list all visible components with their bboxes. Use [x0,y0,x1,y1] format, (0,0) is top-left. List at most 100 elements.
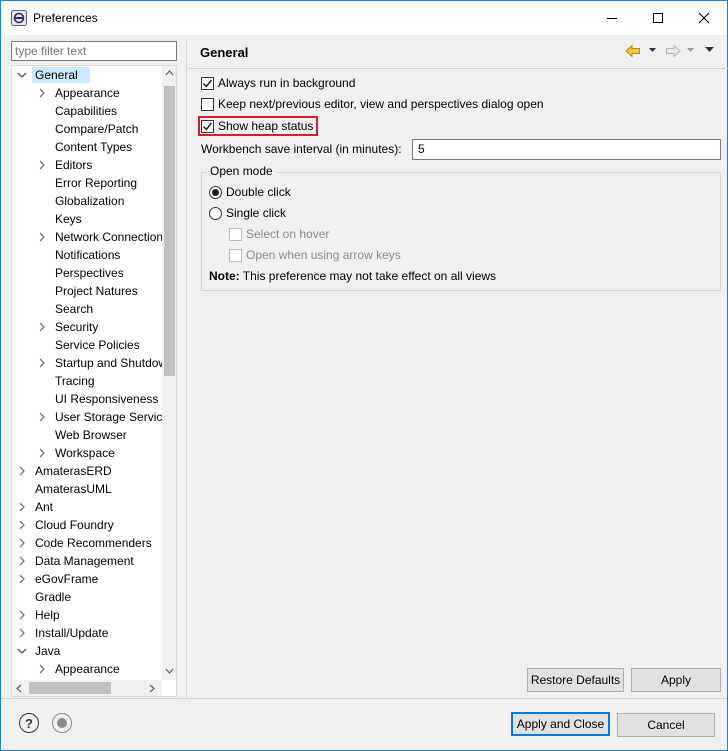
tree-item-label: Web Browser [55,428,127,442]
apply-and-close-button[interactable]: Apply and Close [511,712,610,736]
tree-item-label: Ant [35,500,54,514]
expand-arrow-icon[interactable] [37,318,47,336]
double-click-radio[interactable]: Double click [209,183,291,201]
tree-item[interactable]: Code Recommenders [12,534,162,552]
tree-item[interactable]: Error Reporting [12,174,162,192]
tree-item[interactable]: Compare/Patch [12,120,162,138]
pane-divider[interactable] [186,39,187,699]
tree-item-label: Globalization [55,194,125,208]
tree-item-label: Appearance [55,662,120,676]
tree-item[interactable]: Network Connection [12,228,163,246]
minimize-button[interactable] [589,1,635,34]
tree-item[interactable]: Startup and Shutdown [12,354,174,372]
help-icon[interactable]: ? [19,713,39,733]
expand-arrow-icon[interactable] [17,516,27,534]
tree-item-label: eGovFrame [35,572,99,586]
tree-item[interactable]: Gradle [12,588,162,606]
always-run-background-option[interactable]: Always run in background [201,74,355,92]
close-button[interactable] [681,1,727,34]
expand-arrow-icon[interactable] [37,156,47,174]
tree-item-label: Startup and Shutdown [55,356,174,370]
tree-item[interactable]: Appearance [12,84,162,102]
tree-item-label: Content Types [55,140,133,154]
expand-arrow-icon[interactable] [17,462,27,480]
forward-menu-icon[interactable] [687,48,695,53]
tree-item[interactable]: Perspectives [12,264,162,282]
tree-item[interactable]: User Storage Service [12,408,169,426]
tree-vertical-scroll-thumb[interactable] [164,86,175,376]
view-menu-icon[interactable] [705,47,715,53]
tree-item[interactable]: Editors [12,156,162,174]
scroll-right-icon[interactable] [149,684,155,693]
save-interval-input[interactable]: 5 [412,139,721,160]
radio-selected-dot [212,188,219,196]
tree-horizontal-scrollbar[interactable] [12,680,162,696]
tree-item[interactable]: Capabilities [12,102,162,120]
tree-item[interactable]: Service Policies [12,336,162,354]
expand-arrow-icon[interactable] [37,660,47,678]
expand-arrow-icon[interactable] [37,408,47,426]
checkbox[interactable] [201,97,214,111]
open-arrow-keys-option[interactable]: Open when using arrow keys [229,246,401,264]
tree-item[interactable]: UI Responsiveness M [12,390,172,408]
tree-item[interactable]: Install/Update [12,624,162,642]
tree-item[interactable]: eGovFrame [12,570,162,588]
tree-item[interactable]: Project Natures [12,282,162,300]
expand-arrow-icon[interactable] [37,354,47,372]
tree-item[interactable]: Workspace [12,444,162,462]
keep-next-previous-option[interactable]: Keep next/previous editor, view and pers… [201,95,544,113]
apply-button[interactable]: Apply [631,668,721,692]
tree-item-label: Compare/Patch [55,122,139,136]
expand-arrow-icon[interactable] [17,624,27,642]
title-bar[interactable]: Preferences [1,1,727,35]
expand-arrow-icon[interactable] [37,444,47,462]
collapse-arrow-icon[interactable] [17,66,27,84]
tree-item[interactable]: General [12,66,162,84]
tree-item[interactable]: AmaterasERD [12,462,162,480]
radio-button[interactable] [209,185,222,199]
tree-item[interactable]: Ant [12,498,162,516]
checkbox[interactable] [229,227,242,241]
checkbox[interactable] [229,248,242,262]
restore-defaults-button[interactable]: Restore Defaults [527,668,624,692]
scroll-down-icon[interactable] [165,668,174,674]
forward-icon[interactable] [665,44,681,58]
radio-button[interactable] [209,206,222,220]
expand-arrow-icon[interactable] [37,84,47,102]
back-icon[interactable] [625,44,641,58]
tree-item[interactable]: Search [12,300,162,318]
tree-item[interactable]: Appearance [12,660,162,678]
single-click-radio[interactable]: Single click [209,204,286,222]
filter-input[interactable] [11,41,177,61]
tree-item[interactable]: Web Browser [12,426,162,444]
expand-arrow-icon[interactable] [17,498,27,516]
tree-item[interactable]: Tracing [12,372,162,390]
expand-arrow-icon[interactable] [17,552,27,570]
checkbox[interactable] [201,76,214,90]
tree-horizontal-scroll-thumb[interactable] [29,682,111,694]
tree-item[interactable]: Data Management [12,552,162,570]
tree-item[interactable]: AmaterasUML [12,480,162,498]
tree-item[interactable]: Java [12,642,162,660]
tree-vertical-scrollbar[interactable] [162,66,176,680]
tree-item[interactable]: Help [12,606,162,624]
expand-arrow-icon[interactable] [17,570,27,588]
tree-item[interactable]: Security [12,318,162,336]
expand-arrow-icon[interactable] [17,606,27,624]
maximize-button[interactable] [635,1,681,34]
expand-arrow-icon[interactable] [37,228,47,246]
select-on-hover-option[interactable]: Select on hover [229,225,329,243]
preference-tree[interactable]: General Appearance Capabilities Compare/Pat… [11,65,177,697]
scroll-up-icon[interactable] [165,70,174,76]
tree-item[interactable]: Globalization [12,192,162,210]
expand-arrow-icon[interactable] [17,534,27,552]
tree-item[interactable]: Cloud Foundry [12,516,162,534]
back-menu-icon[interactable] [649,48,657,53]
import-export-icon[interactable] [52,713,72,733]
cancel-button[interactable]: Cancel [617,713,715,737]
tree-item[interactable]: Notifications [12,246,162,264]
tree-item[interactable]: Content Types [12,138,162,156]
collapse-arrow-icon[interactable] [17,642,27,660]
scroll-left-icon[interactable] [16,684,22,693]
tree-item[interactable]: Keys [12,210,162,228]
